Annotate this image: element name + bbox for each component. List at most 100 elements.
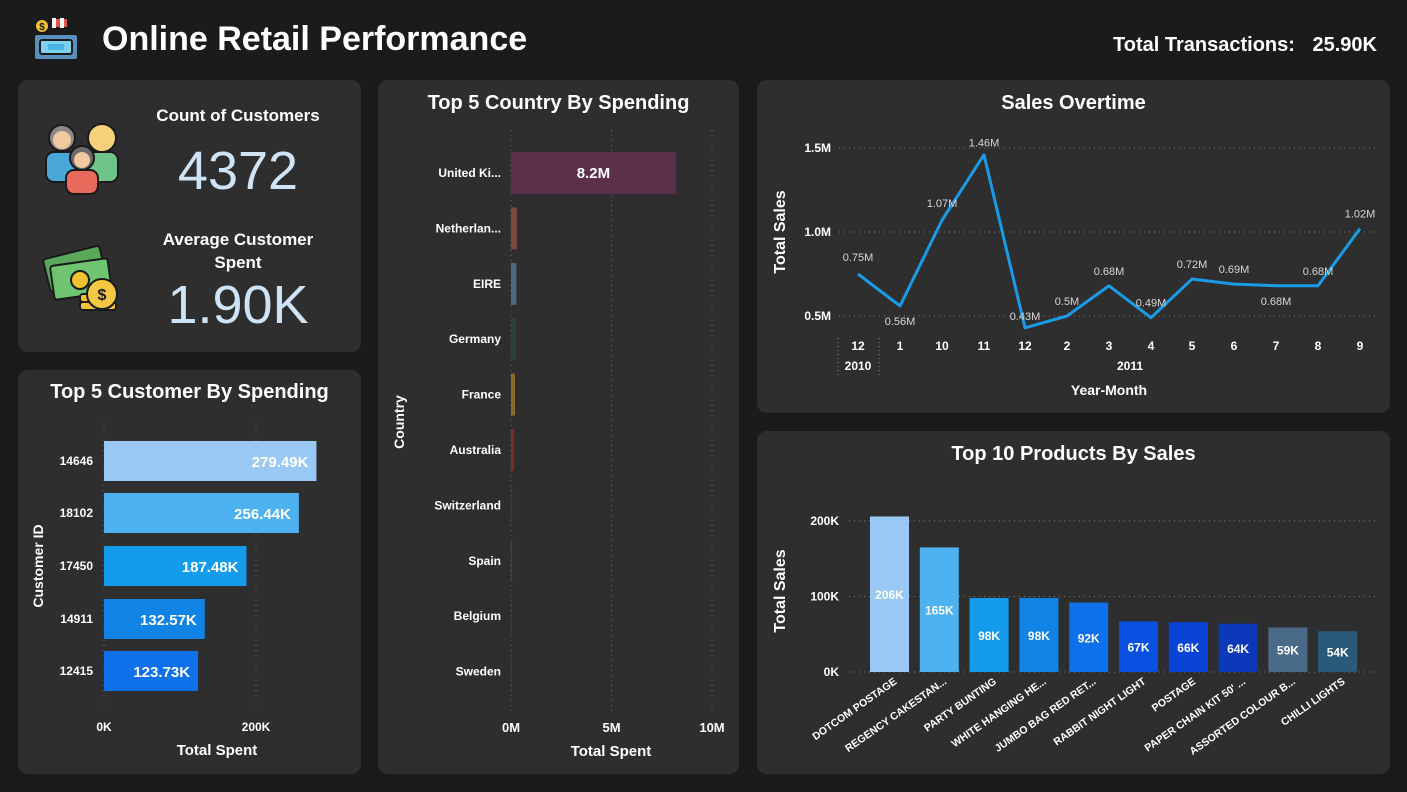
x-tick-label: 8	[1315, 339, 1322, 353]
data-label: 1.02M	[1345, 209, 1376, 221]
y-tick-label: Switzerland	[434, 498, 501, 512]
x-tick-label: 200K	[242, 720, 271, 734]
y-tick-label: Australia	[450, 443, 502, 457]
y-tick-label: Germany	[449, 332, 501, 346]
data-label: 0.49M	[1136, 298, 1167, 310]
y-tick-label: 14911	[60, 612, 93, 626]
data-label: 67K	[1127, 641, 1149, 655]
data-label: 64K	[1227, 642, 1249, 656]
bar	[511, 539, 513, 582]
data-label: 54K	[1327, 646, 1349, 660]
y-tick-label: 14646	[60, 454, 94, 468]
y-tick-label: 100K	[810, 590, 839, 604]
data-label: 66K	[1177, 641, 1199, 655]
x-axis-label: Year-Month	[1071, 382, 1147, 398]
x-tick-label: 0M	[502, 720, 520, 735]
x-axis-label: Total Spent	[177, 742, 258, 759]
bar	[511, 207, 517, 250]
y-axis-label: Total Sales	[772, 549, 789, 632]
x-tick-label: POSTAGE	[1150, 676, 1198, 715]
x-tick-label: WHITE HANGING HE...	[950, 676, 1049, 750]
y-tick-label: EIRE	[473, 277, 501, 291]
data-label: 0.68M	[1261, 296, 1292, 308]
x-tick-label: 2	[1064, 339, 1071, 353]
x-tick-label: 6	[1231, 339, 1238, 353]
data-label: 206K	[875, 588, 904, 602]
x-tick-label: 12	[851, 339, 865, 353]
bar	[511, 373, 516, 416]
x-tick-label: 12	[1018, 339, 1032, 353]
avg-spent-value: 1.90K	[167, 275, 309, 335]
y-tick-label: Sweden	[456, 665, 501, 679]
data-label: 0.5M	[1055, 296, 1079, 308]
top-products-card: Top 10 Products By Sales 200K 100K 0K 206K D…	[757, 431, 1390, 774]
y-axis-label: Customer ID	[30, 524, 46, 607]
x-tick-label: 11	[978, 339, 991, 353]
data-label: 165K	[925, 604, 954, 618]
sales-overtime-card: Sales Overtime 1.5M 1.0M 0.5M 0.75M 0.56M 1.0…	[757, 80, 1390, 413]
customers-count-value: 4372	[177, 141, 299, 201]
y-tick-label: 0.5M	[804, 309, 831, 323]
top-products-chart: 200K100K0K206KDOTCOM POSTAGE165KREGENCY …	[772, 514, 1377, 758]
page-title: Online Retail Performance	[102, 20, 528, 58]
x-tick-label: 7	[1273, 339, 1280, 353]
top-countries-chart: 0M 5M 10M United Ki... 8.2M Netherlan... EIRE G…	[391, 130, 725, 760]
y-tick-label: 0K	[824, 665, 840, 679]
x-tick-label: 3	[1106, 339, 1113, 353]
x-tick-label: 0K	[96, 720, 112, 734]
data-label: 98K	[978, 629, 1000, 643]
x-tick-label: 5	[1189, 339, 1196, 353]
x-axis-label: Total Spent	[571, 743, 652, 760]
data-label: 0.68M	[1094, 266, 1125, 278]
y-tick-label: Netherlan...	[436, 221, 501, 235]
y-axis-label: Total Sales	[772, 190, 789, 273]
x-tick-label: 10M	[699, 720, 724, 735]
data-label: 0.43M	[1010, 311, 1041, 323]
y-tick-label: 18102	[60, 506, 94, 520]
data-label: 0.69M	[1219, 264, 1250, 276]
customers-count-label: Count of Customers	[156, 106, 320, 125]
total-transactions: Total Transactions: 25.90K	[1113, 34, 1377, 57]
data-label: 1.07M	[927, 198, 958, 210]
x-tick-label: 4	[1148, 339, 1155, 353]
kpi-card: Count of Customers 4372 $ Average Custom…	[18, 80, 361, 352]
data-label: 132.57K	[140, 612, 197, 629]
shop-icon: $	[33, 17, 79, 61]
data-label: 59K	[1277, 644, 1299, 658]
data-label: 98K	[1028, 629, 1050, 643]
top-customers-chart: 0K 200K 14646 279.49K 18102 256.44K 17450 187.4…	[30, 420, 317, 759]
data-label: 8.2M	[577, 165, 610, 182]
data-label: 0.75M	[843, 252, 874, 264]
top-countries-card: Top 5 Country By Spending 0M 5M 10M United …	[378, 80, 739, 774]
data-label: 0.68M	[1303, 266, 1334, 278]
data-label: 279.49K	[252, 454, 309, 471]
top-customers-card: Top 5 Customer By Spending 0K 200K 14646 27…	[18, 370, 361, 774]
y-tick-label: 1.5M	[804, 141, 831, 155]
x-tick-label: 10	[935, 339, 949, 353]
bar	[511, 318, 516, 361]
y-tick-label: Belgium	[454, 609, 501, 623]
total-transactions-value: 25.90K	[1312, 34, 1378, 56]
total-transactions-label: Total Transactions:	[1113, 34, 1295, 56]
data-label: 256.44K	[234, 506, 291, 523]
y-tick-label: 17450	[60, 559, 94, 573]
data-label: 0.72M	[1177, 259, 1208, 271]
bar	[511, 429, 514, 471]
data-label: 0.56M	[885, 316, 916, 328]
svg-text:$: $	[98, 287, 107, 304]
x-tick-label: 9	[1357, 339, 1364, 353]
y-tick-label: France	[462, 388, 502, 402]
x-tick-label: RABBIT NIGHT LIGHT	[1052, 675, 1149, 748]
bar	[511, 484, 513, 527]
svg-text:$: $	[39, 22, 45, 33]
y-tick-label: Spain	[468, 554, 501, 568]
avg-spent-label: Average Customer Spent	[162, 230, 314, 272]
y-tick-label: United Ki...	[438, 166, 501, 180]
y-tick-label: 200K	[810, 514, 839, 528]
bar	[511, 595, 512, 638]
year-label: 2011	[1117, 359, 1143, 373]
y-axis-label: Country	[391, 395, 407, 449]
money-coins-icon: $	[42, 245, 118, 311]
x-tick-label: 5M	[602, 720, 620, 735]
x-tick-label: DOTCOM POSTAGE	[810, 676, 899, 743]
